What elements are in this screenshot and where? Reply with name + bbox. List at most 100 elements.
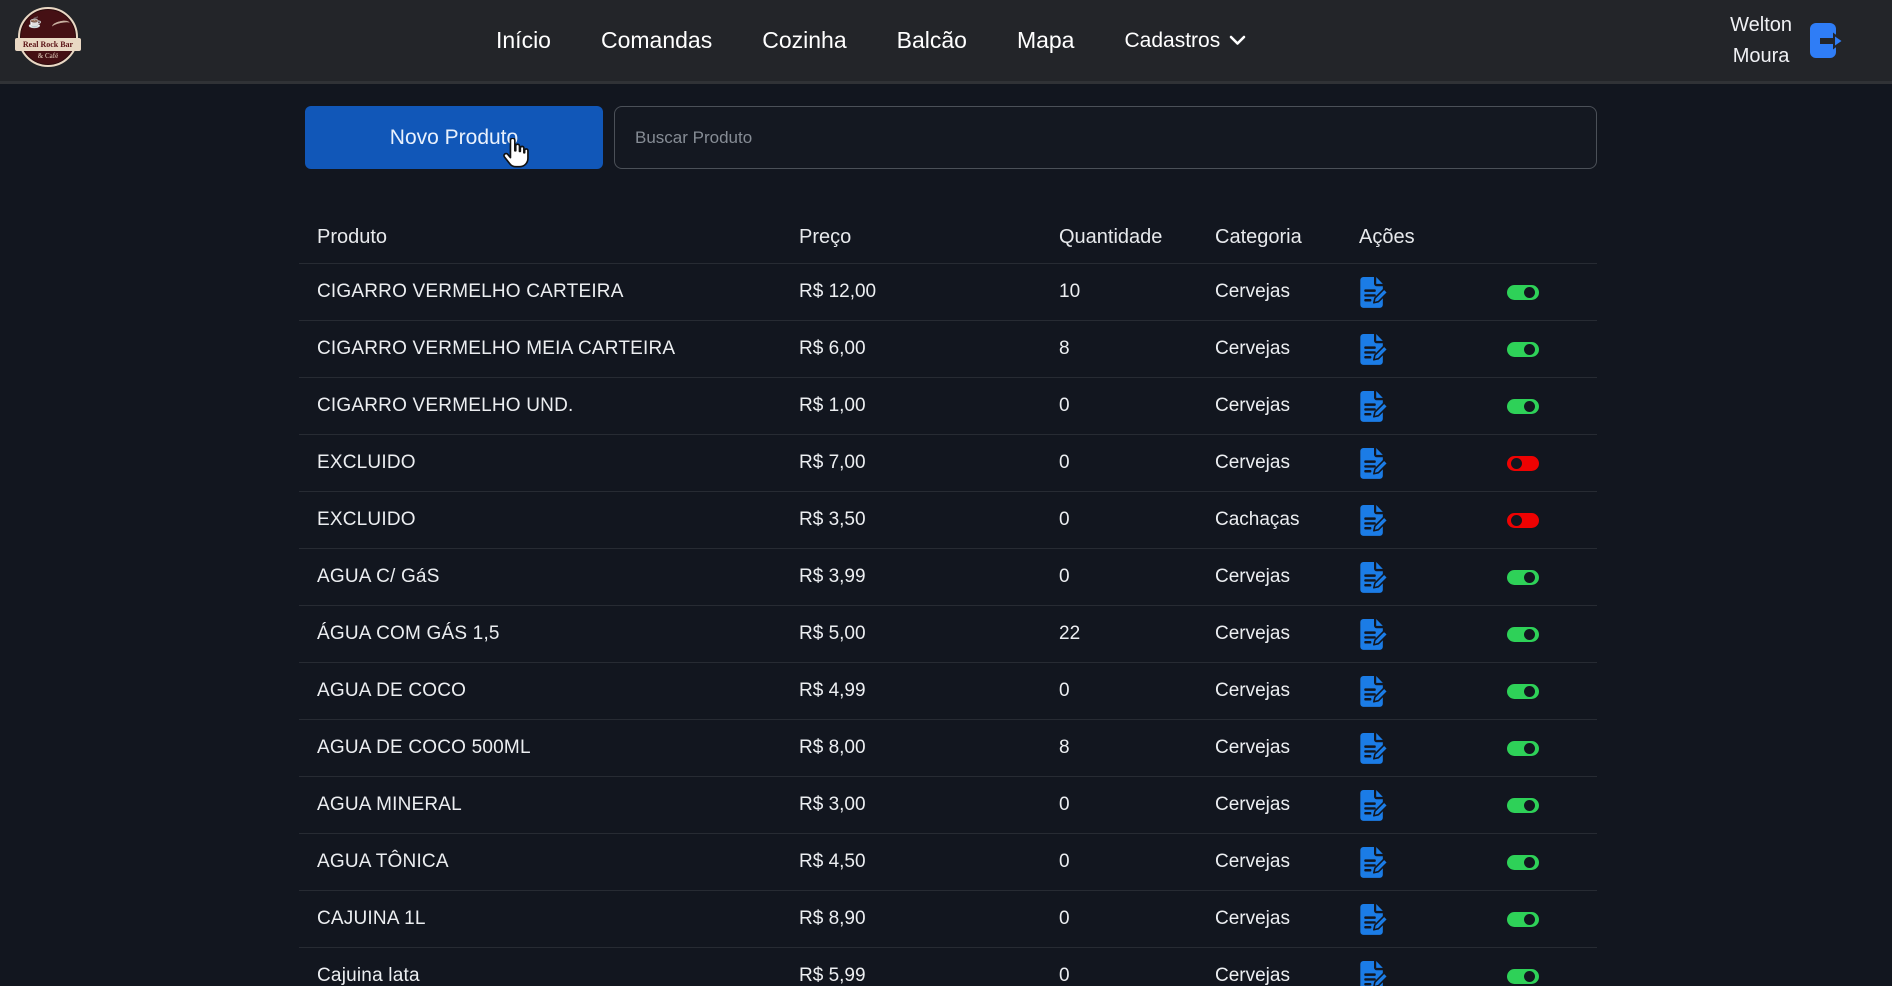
active-toggle[interactable] <box>1507 513 1539 528</box>
file-pen-icon <box>1359 788 1389 822</box>
cell-preco: R$ 1,00 <box>799 395 1059 417</box>
file-pen-icon <box>1359 389 1389 423</box>
active-toggle[interactable] <box>1507 627 1539 642</box>
table-row: CIGARRO VERMELHO MEIA CARTEIRA R$ 6,00 8… <box>299 321 1597 378</box>
cell-quantidade: 8 <box>1059 338 1215 360</box>
toggle-knob <box>1524 914 1535 925</box>
active-toggle[interactable] <box>1507 855 1539 870</box>
table-row: ÁGUA COM GÁS 1,5 R$ 5,00 22 Cervejas <box>299 606 1597 663</box>
nav-item-mapa[interactable]: Mapa <box>1017 27 1075 54</box>
table-row: EXCLUIDO R$ 3,50 0 Cachaças <box>299 492 1597 549</box>
cell-categoria: Cervejas <box>1215 338 1359 360</box>
cell-categoria: Cervejas <box>1215 281 1359 303</box>
edit-product-button[interactable] <box>1359 902 1393 936</box>
active-toggle[interactable] <box>1507 570 1539 585</box>
edit-product-button[interactable] <box>1359 959 1393 986</box>
cell-preco: R$ 6,00 <box>799 338 1059 360</box>
cell-preco: R$ 4,99 <box>799 680 1059 702</box>
file-pen-icon <box>1359 617 1389 651</box>
table-row: AGUA DE COCO R$ 4,99 0 Cervejas <box>299 663 1597 720</box>
cell-quantidade: 0 <box>1059 452 1215 474</box>
brand-subtitle: & Café <box>18 52 78 60</box>
col-header-preco: Preço <box>799 226 1059 249</box>
nav-dropdown-cadastros[interactable]: Cadastros <box>1124 29 1246 53</box>
logout-button[interactable] <box>1806 21 1848 61</box>
cell-preco: R$ 7,00 <box>799 452 1059 474</box>
nav-item-inicio[interactable]: Início <box>496 27 551 54</box>
active-toggle[interactable] <box>1507 342 1539 357</box>
edit-product-button[interactable] <box>1359 788 1393 822</box>
active-toggle[interactable] <box>1507 399 1539 414</box>
cell-categoria: Cervejas <box>1215 395 1359 417</box>
col-header-produto: Produto <box>317 226 799 249</box>
active-toggle[interactable] <box>1507 285 1539 300</box>
cell-preco: R$ 3,99 <box>799 566 1059 588</box>
toggle-knob <box>1524 629 1535 640</box>
edit-product-button[interactable] <box>1359 560 1393 594</box>
cell-categoria: Cervejas <box>1215 851 1359 873</box>
active-toggle[interactable] <box>1507 798 1539 813</box>
file-pen-icon <box>1359 332 1389 366</box>
active-toggle[interactable] <box>1507 684 1539 699</box>
file-pen-icon <box>1359 902 1389 936</box>
toggle-knob <box>1524 401 1535 412</box>
cell-categoria: Cervejas <box>1215 623 1359 645</box>
file-pen-icon <box>1359 845 1389 879</box>
product-table: Produto Preço Quantidade Categoria Ações… <box>299 212 1597 986</box>
nav-item-cozinha[interactable]: Cozinha <box>762 27 846 54</box>
edit-product-button[interactable] <box>1359 731 1393 765</box>
cell-produto: CIGARRO VERMELHO UND. <box>317 395 799 417</box>
cell-produto: CAJUINA 1L <box>317 908 799 930</box>
edit-product-button[interactable] <box>1359 332 1393 366</box>
table-row: EXCLUIDO R$ 7,00 0 Cervejas <box>299 435 1597 492</box>
user-first-name: Welton <box>1730 10 1792 41</box>
toggle-knob <box>1524 857 1535 868</box>
edit-product-button[interactable] <box>1359 674 1393 708</box>
cell-produto: CIGARRO VERMELHO CARTEIRA <box>317 281 799 303</box>
user-last-name: Moura <box>1730 41 1792 72</box>
edit-product-button[interactable] <box>1359 503 1393 537</box>
cell-preco: R$ 8,90 <box>799 908 1059 930</box>
cell-categoria: Cervejas <box>1215 965 1359 986</box>
table-row: CIGARRO VERMELHO UND. R$ 1,00 0 Cervejas <box>299 378 1597 435</box>
nav-item-comandas[interactable]: Comandas <box>601 27 712 54</box>
cell-produto: AGUA TÔNICA <box>317 851 799 873</box>
product-table-body: CIGARRO VERMELHO CARTEIRA R$ 12,00 10 Ce… <box>299 264 1597 986</box>
toggle-knob <box>1524 344 1535 355</box>
table-row: Cajuina lata R$ 5,99 0 Cervejas <box>299 948 1597 986</box>
cell-preco: R$ 8,00 <box>799 737 1059 759</box>
cell-preco: R$ 3,00 <box>799 794 1059 816</box>
edit-product-button[interactable] <box>1359 389 1393 423</box>
cell-categoria: Cervejas <box>1215 566 1359 588</box>
edit-product-button[interactable] <box>1359 446 1393 480</box>
cell-categoria: Cervejas <box>1215 737 1359 759</box>
new-product-button[interactable]: Novo Produto <box>305 106 603 169</box>
table-row: AGUA C/ GáS R$ 3,99 0 Cervejas <box>299 549 1597 606</box>
cell-categoria: Cervejas <box>1215 680 1359 702</box>
coffee-cup-icon: ☕ <box>28 16 42 29</box>
active-toggle[interactable] <box>1507 969 1539 984</box>
col-header-acoes: Ações <box>1359 226 1507 249</box>
file-pen-icon <box>1359 731 1389 765</box>
nav-item-balcao[interactable]: Balcão <box>897 27 967 54</box>
active-toggle[interactable] <box>1507 456 1539 471</box>
edit-product-button[interactable] <box>1359 845 1393 879</box>
cell-produto: Cajuina lata <box>317 965 799 986</box>
search-product-input[interactable] <box>614 106 1597 169</box>
edit-product-button[interactable] <box>1359 275 1393 309</box>
cell-produto: CIGARRO VERMELHO MEIA CARTEIRA <box>317 338 799 360</box>
cell-preco: R$ 5,99 <box>799 965 1059 986</box>
cell-quantidade: 0 <box>1059 566 1215 588</box>
chevron-down-icon <box>1229 35 1246 46</box>
active-toggle[interactable] <box>1507 741 1539 756</box>
user-name: Welton Moura <box>1730 10 1792 72</box>
cell-quantidade: 0 <box>1059 509 1215 531</box>
file-pen-icon <box>1359 674 1389 708</box>
cell-quantidade: 0 <box>1059 965 1215 986</box>
cell-produto: AGUA C/ GáS <box>317 566 799 588</box>
edit-product-button[interactable] <box>1359 617 1393 651</box>
brand-logo[interactable]: ☕ Real Rock Bar & Café <box>18 7 78 67</box>
cell-preco: R$ 12,00 <box>799 281 1059 303</box>
cell-quantidade: 8 <box>1059 737 1215 759</box>
active-toggle[interactable] <box>1507 912 1539 927</box>
